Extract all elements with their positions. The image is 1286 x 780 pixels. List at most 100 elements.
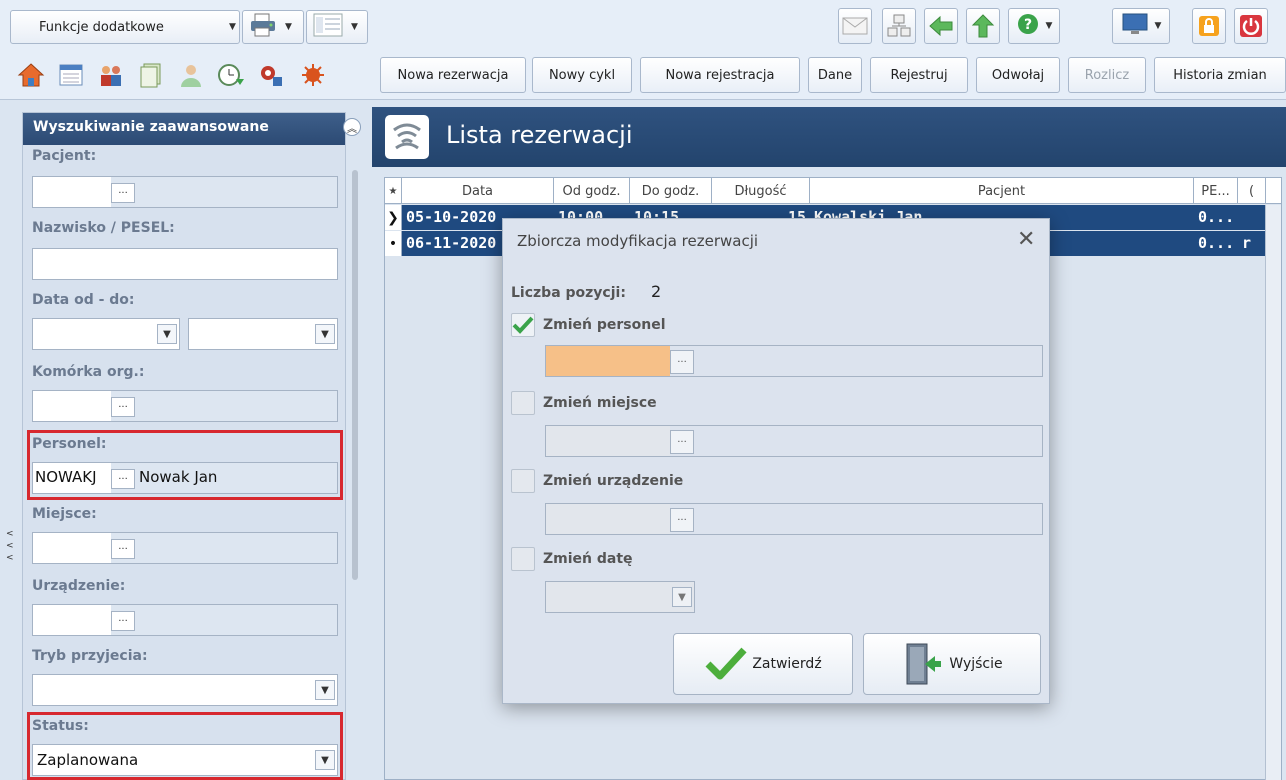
search-panel-title: Wyszukiwanie zaawansowane bbox=[23, 113, 345, 145]
new-registration-button[interactable]: Nowa rejestracja bbox=[640, 57, 800, 93]
date-to-select[interactable]: ▼ bbox=[188, 318, 338, 350]
change-date-checkbox[interactable] bbox=[511, 547, 535, 571]
date-selector[interactable]: ▼ bbox=[545, 581, 695, 613]
search-panel-scrollbar[interactable] bbox=[352, 170, 358, 580]
staff-selector-code[interactable] bbox=[546, 346, 670, 376]
chevron-down-icon: ▼ bbox=[285, 22, 292, 32]
place-lookup[interactable]: ... bbox=[32, 532, 338, 564]
new-cycle-button[interactable]: Nowy cykl bbox=[532, 57, 632, 93]
chevron-down-icon: ▼ bbox=[351, 22, 358, 32]
place-selector-code[interactable] bbox=[546, 426, 670, 456]
row-extra bbox=[1238, 205, 1266, 230]
admission-mode-select[interactable]: ▼ bbox=[32, 674, 338, 706]
mail-icon[interactable] bbox=[838, 8, 872, 44]
date-from-select[interactable]: ▼ bbox=[32, 318, 180, 350]
device-lookup[interactable]: ... bbox=[32, 604, 338, 636]
monitor-icon bbox=[1121, 12, 1149, 40]
confirm-button[interactable]: Zatwierdź bbox=[673, 633, 853, 695]
bulk-modify-dialog: Zbiorcza modyfikacja rezerwacji ✕ Liczba… bbox=[502, 218, 1050, 704]
patient-browse-button[interactable]: ... bbox=[111, 183, 135, 203]
cancel-reservation-button[interactable]: Odwołaj bbox=[976, 57, 1060, 93]
double-chevron-up-icon: ︽ bbox=[347, 123, 357, 135]
history-button[interactable]: Historia zmian bbox=[1154, 57, 1286, 93]
chevron-down-icon: ▼ bbox=[315, 324, 335, 344]
change-staff-label: Zmień personel bbox=[543, 317, 666, 333]
list-title: Lista rezerwacji bbox=[446, 121, 633, 149]
calendar-icon[interactable] bbox=[54, 58, 88, 92]
column-extra[interactable]: ( bbox=[1238, 178, 1266, 204]
item-count-label: Liczba pozycji: bbox=[511, 285, 626, 301]
change-date-label: Zmień datę bbox=[543, 551, 633, 567]
grid-corner-star[interactable]: ★ bbox=[385, 178, 402, 204]
change-device-label: Zmień urządzenie bbox=[543, 473, 684, 489]
confirm-label: Zatwierdź bbox=[752, 656, 822, 672]
checkmark-icon bbox=[705, 647, 747, 680]
change-place-checkbox[interactable] bbox=[511, 391, 535, 415]
status-highlight-frame bbox=[27, 712, 343, 780]
layout-icon bbox=[313, 13, 343, 41]
column-patient[interactable]: Pacjent bbox=[810, 178, 1194, 204]
back-arrow-icon[interactable] bbox=[924, 8, 958, 44]
virus-icon[interactable] bbox=[296, 58, 330, 92]
register-button[interactable]: Rejestruj bbox=[870, 57, 968, 93]
device-selector[interactable]: ... bbox=[545, 503, 1043, 535]
monitor-dropdown[interactable]: ▼ bbox=[1112, 8, 1170, 44]
settle-button[interactable]: Rozlicz bbox=[1068, 57, 1146, 93]
up-arrow-icon[interactable] bbox=[966, 8, 1000, 44]
help-dropdown[interactable]: ? ▼ bbox=[1008, 8, 1060, 44]
patient-code-field[interactable] bbox=[33, 177, 111, 207]
device-browse-button[interactable]: ... bbox=[111, 611, 135, 631]
place-selector-browse-button[interactable]: ... bbox=[670, 430, 694, 454]
functions-dropdown[interactable]: Funkcje dodatkowe ▼ bbox=[10, 10, 240, 44]
patient-lookup[interactable]: ... bbox=[32, 176, 338, 208]
column-to-time[interactable]: Do godz. bbox=[630, 178, 712, 204]
home-icon[interactable] bbox=[14, 58, 48, 92]
date-range-label: Data od - do: bbox=[32, 292, 135, 308]
people-icon[interactable] bbox=[94, 58, 128, 92]
device-selector-browse-button[interactable]: ... bbox=[670, 508, 694, 532]
org-unit-browse-button[interactable]: ... bbox=[111, 397, 135, 417]
change-device-checkbox[interactable] bbox=[511, 469, 535, 493]
change-staff-checkbox[interactable] bbox=[511, 313, 535, 337]
close-icon[interactable]: ✕ bbox=[1017, 227, 1035, 252]
org-unit-code-field[interactable] bbox=[33, 391, 111, 421]
print-dropdown[interactable]: ▼ bbox=[242, 10, 304, 44]
column-pesel[interactable]: PE... bbox=[1194, 178, 1238, 204]
power-icon[interactable] bbox=[1234, 8, 1268, 44]
device-code-field[interactable] bbox=[33, 605, 111, 635]
device-selector-code[interactable] bbox=[546, 504, 670, 534]
exit-door-icon bbox=[906, 643, 942, 685]
column-date[interactable]: Data bbox=[402, 178, 554, 204]
org-unit-lookup[interactable]: ... bbox=[32, 390, 338, 422]
network-icon[interactable] bbox=[882, 8, 916, 44]
surname-label: Nazwisko / PESEL: bbox=[32, 220, 175, 236]
staff-icon[interactable] bbox=[174, 58, 208, 92]
change-place-label: Zmień miejsce bbox=[543, 395, 657, 411]
data-button[interactable]: Dane bbox=[808, 57, 862, 93]
place-code-field[interactable] bbox=[33, 533, 111, 563]
layout-dropdown[interactable]: ▼ bbox=[306, 10, 368, 44]
splitter-arrows-icon[interactable]: < < < bbox=[6, 528, 14, 564]
chevron-down-icon: ▼ bbox=[672, 587, 692, 607]
help-icon: ? bbox=[1016, 12, 1040, 40]
tools-icon[interactable] bbox=[254, 58, 288, 92]
new-reservation-button[interactable]: Nowa rezerwacja bbox=[380, 57, 526, 93]
place-browse-button[interactable]: ... bbox=[111, 539, 135, 559]
exit-button[interactable]: Wyjście bbox=[863, 633, 1041, 695]
grid-scrollbar[interactable] bbox=[1265, 205, 1281, 780]
column-from-time[interactable]: Od godz. bbox=[554, 178, 630, 204]
place-selector[interactable]: ... bbox=[545, 425, 1043, 457]
row-marker: • bbox=[385, 231, 402, 256]
staff-selector[interactable]: ... bbox=[545, 345, 1043, 377]
place-label: Miejsce: bbox=[32, 506, 97, 522]
column-length[interactable]: Długość bbox=[712, 178, 810, 204]
collapse-panel-button[interactable]: ︽ bbox=[343, 118, 361, 136]
documents-icon[interactable] bbox=[134, 58, 168, 92]
clock-arrow-icon[interactable] bbox=[214, 58, 248, 92]
staff-selector-browse-button[interactable]: ... bbox=[670, 350, 694, 374]
lock-icon[interactable] bbox=[1192, 8, 1226, 44]
surname-pesel-input[interactable] bbox=[32, 248, 338, 280]
row-marker: ❯ bbox=[385, 205, 402, 230]
staff-highlight-frame bbox=[27, 430, 343, 500]
svg-text:?: ? bbox=[1023, 17, 1031, 33]
